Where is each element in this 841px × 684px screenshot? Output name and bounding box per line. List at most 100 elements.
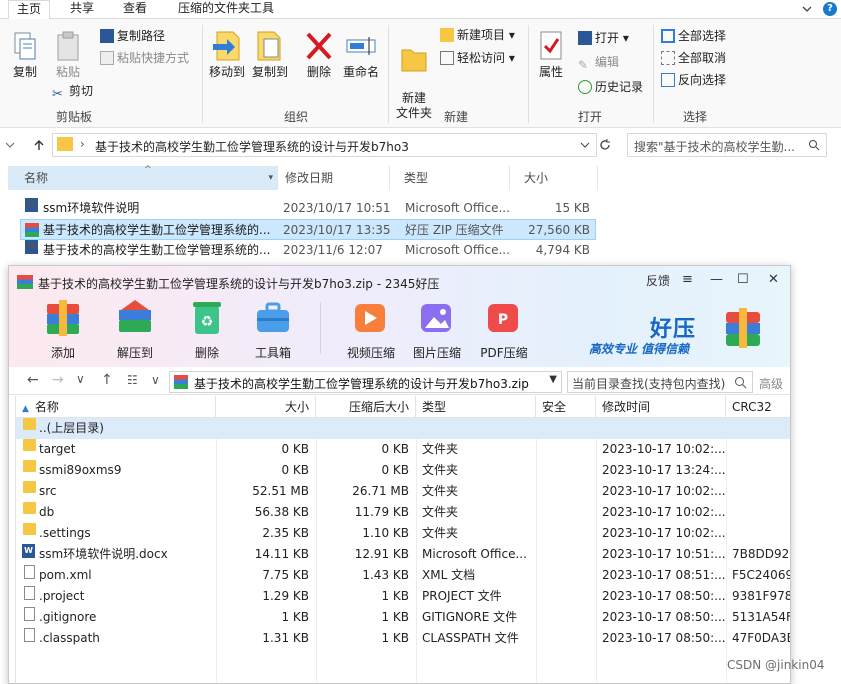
archive-row[interactable]: .gitignore 1 KB 1 KB GITIGNORE 文件 2023-10-17… xyxy=(16,607,790,628)
invert-selection-button[interactable]: 反向选择 xyxy=(661,70,726,90)
up-arrow-icon[interactable] xyxy=(32,138,46,152)
open-label: 打开 xyxy=(595,31,620,45)
menu-icon[interactable]: ≡ xyxy=(682,272,693,287)
select-all-button[interactable]: 全部选择 xyxy=(661,26,726,46)
list-gutter xyxy=(9,396,16,683)
pdf-compress-button[interactable]: P PDF压缩 xyxy=(471,298,537,361)
chevron-down-icon[interactable] xyxy=(4,139,16,151)
image-compress-button[interactable]: 图片压缩 xyxy=(404,298,470,361)
file-icon xyxy=(24,607,35,621)
close-icon[interactable]: ✕ xyxy=(768,272,779,287)
new-folder-button[interactable]: 新建 文件夹 xyxy=(392,29,436,121)
column-crc32[interactable]: CRC32 xyxy=(726,396,790,418)
parent-directory-row[interactable]: ..(上层目录) xyxy=(16,418,790,439)
paste-shortcut-button[interactable]: 粘贴快捷方式 xyxy=(100,48,189,68)
recycle-icon: ♻ xyxy=(193,302,221,334)
tab-home[interactable]: 主页 xyxy=(8,0,50,20)
select-none-label: 全部取消 xyxy=(678,51,727,65)
archive-row[interactable]: Wssm环境软件说明.docx 14.11 KB 12.91 KB Microsoft… xyxy=(16,544,790,565)
file-packed-size: 1 KB xyxy=(381,631,409,645)
archive-row[interactable]: .settings 2.35 KB 1.10 KB 文件夹 2023-10-17 10:… xyxy=(16,523,790,544)
file-row[interactable]: W 基于技术的高校学生勤工俭学管理系统的... 2023/11/6 12:07 … xyxy=(20,240,596,261)
column-security[interactable]: 安全 xyxy=(536,396,596,418)
file-row-selected[interactable]: 基于技术的高校学生勤工俭学管理系统的... 2023/10/17 13:35 好… xyxy=(20,219,596,240)
file-packed-size: 0 KB xyxy=(381,463,409,477)
archive-row[interactable]: pom.xml 7.75 KB 1.43 KB XML 文档 2023-10-17 08… xyxy=(16,565,790,586)
extract-to-button[interactable]: 解压到 xyxy=(102,298,168,361)
open-group-label: 打开 xyxy=(577,110,602,124)
help-icon[interactable]: ? xyxy=(823,2,837,16)
column-name[interactable]: ▲ 名称 xyxy=(16,396,216,418)
feedback-link[interactable]: 反馈 xyxy=(646,272,670,289)
file-size: 15 KB xyxy=(554,201,590,215)
move-to-button[interactable]: 移动到 xyxy=(206,29,248,80)
archive-row[interactable]: .classpath 1.31 KB 1 KB CLASSPATH 文件 2023-10… xyxy=(16,628,790,649)
address-field[interactable]: › 基于技术的高校学生勤工俭学管理系统的设计与开发b7ho3 xyxy=(52,133,597,157)
archive-row[interactable]: db 56.38 KB 11.79 KB 文件夹 2023-10-17 10:02:..… xyxy=(16,502,790,523)
up-arrow-icon[interactable]: ↑ xyxy=(101,372,113,388)
archive-row[interactable]: src 52.51 MB 26.71 MB 文件夹 2023-10-17 10:02:.… xyxy=(16,481,790,502)
chevron-down-icon[interactable]: ∨ xyxy=(151,373,160,387)
archive-row[interactable]: target 0 KB 0 KB 文件夹 2023-10-17 10:02:... xyxy=(16,439,790,460)
chevron-down-icon[interactable] xyxy=(800,2,814,16)
copy-to-button[interactable]: 复制到 xyxy=(249,29,291,80)
archive-row[interactable]: ssmi89oxms9 0 KB 0 KB 文件夹 2023-10-17 13:24:.… xyxy=(16,460,790,481)
archive-row[interactable]: .project 1.29 KB 1 KB PROJECT 文件 2023-10-17 … xyxy=(16,586,790,607)
add-button[interactable]: 添加 xyxy=(30,298,96,361)
new-item-button[interactable]: 新建项目 ▾ xyxy=(440,25,515,45)
advanced-search-link[interactable]: 高级 xyxy=(759,375,783,392)
chevron-down-icon[interactable]: ∨ xyxy=(76,372,85,386)
video-compress-icon xyxy=(355,304,385,332)
new-folder-icon xyxy=(401,49,427,72)
select-none-button[interactable]: 全部取消 xyxy=(661,48,726,68)
file-packed-size: 12.91 KB xyxy=(354,547,409,561)
toolbox-button[interactable]: 工具箱 xyxy=(240,298,306,361)
view-mode-icon[interactable]: ☷ xyxy=(127,373,138,387)
tab-share[interactable]: 共享 xyxy=(60,0,104,19)
properties-button[interactable]: 属性 xyxy=(532,29,570,80)
video-compress-label: 视频压缩 xyxy=(346,346,395,360)
column-size[interactable]: 大小 xyxy=(510,166,598,190)
minimize-icon[interactable]: — xyxy=(710,272,723,287)
cut-label: 剪切 xyxy=(69,84,94,98)
refresh-icon[interactable] xyxy=(598,138,612,152)
copy-path-button[interactable]: 复制路径 xyxy=(100,26,165,46)
file-size: 4,794 KB xyxy=(535,243,590,257)
easy-access-button[interactable]: 轻松访问 ▾ xyxy=(440,48,515,68)
file-row[interactable]: W ssm环境软件说明 2023/10/17 10:51 Microsoft O… xyxy=(20,198,596,219)
forward-arrow-icon[interactable]: → xyxy=(52,372,64,388)
file-icon xyxy=(24,586,35,600)
column-type[interactable]: 类型 xyxy=(390,166,510,190)
back-arrow-icon[interactable]: ← xyxy=(27,372,39,388)
column-packed-size[interactable]: 压缩后大小 xyxy=(316,396,416,418)
delete-button[interactable]: 删除 xyxy=(303,29,335,80)
tab-compressed-folder-tools[interactable]: 压缩的文件夹工具 xyxy=(167,0,285,19)
open-button[interactable]: 打开 ▾ xyxy=(578,28,629,48)
edit-button[interactable]: ✎ 编辑 xyxy=(578,52,619,72)
haozip-brand-logo-icon xyxy=(726,308,760,348)
file-size: 14.11 KB xyxy=(254,547,309,561)
paste-button[interactable]: 粘贴 xyxy=(52,31,84,80)
maximize-icon[interactable]: ☐ xyxy=(737,272,749,287)
column-size[interactable]: 大小 xyxy=(216,396,316,418)
toolbox-icon xyxy=(257,302,289,332)
archive-search-input[interactable]: 当前目录查找(支持包内查找) xyxy=(567,371,753,393)
video-compress-button[interactable]: 视频压缩 xyxy=(338,298,404,361)
column-name-label: 名称 xyxy=(34,400,59,414)
paste-shortcut-label: 粘贴快捷方式 xyxy=(117,51,190,65)
column-modified[interactable]: 修改时间 xyxy=(596,396,726,418)
dropdown-arrow-icon[interactable]: ▼ xyxy=(549,374,557,385)
search-input[interactable]: 搜索"基于技术的高校学生勤... xyxy=(627,133,827,157)
column-date[interactable]: 修改日期 xyxy=(270,166,390,190)
history-button[interactable]: 历史记录 xyxy=(578,77,643,97)
chevron-down-icon[interactable] xyxy=(580,140,590,150)
cut-button[interactable]: ✂ 剪切 xyxy=(52,81,94,102)
copy-button[interactable]: 复制 xyxy=(8,31,42,80)
tab-view[interactable]: 查看 xyxy=(113,0,157,19)
archive-path: 基于技术的高校学生勤工俭学管理系统的设计与开发b7ho3.zip xyxy=(194,377,529,391)
column-type[interactable]: 类型 xyxy=(416,396,536,418)
rename-button[interactable]: 重命名 xyxy=(341,29,381,80)
haozip-delete-button[interactable]: ♻ 删除 xyxy=(174,298,240,361)
archive-path-field[interactable]: 基于技术的高校学生勤工俭学管理系统的设计与开发b7ho3.zip ▼ xyxy=(169,371,562,393)
column-name[interactable]: 名称 ^ ▾ xyxy=(8,165,278,190)
